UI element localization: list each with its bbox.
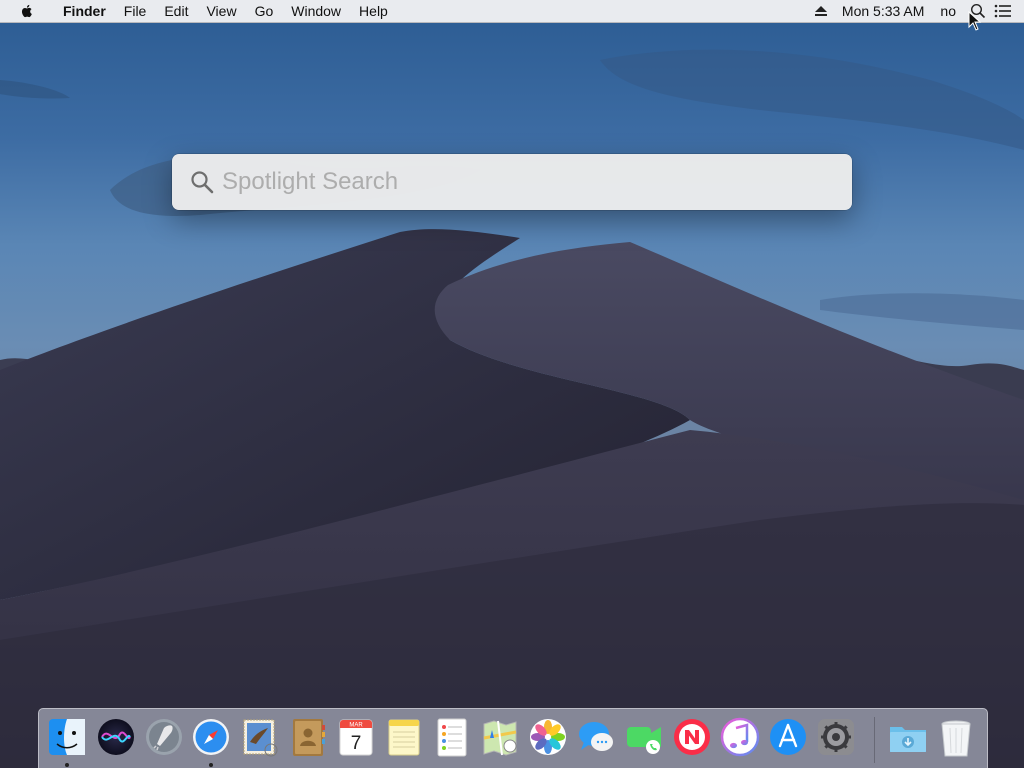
checklist-icon bbox=[437, 718, 467, 757]
magnifier-icon bbox=[191, 171, 214, 194]
dock-item-finder[interactable] bbox=[47, 716, 87, 758]
dock-item-calendar[interactable]: MAR 7 bbox=[336, 716, 376, 758]
dock-item-app-store[interactable] bbox=[768, 716, 808, 758]
menu-help[interactable]: Help bbox=[350, 0, 397, 22]
app-store-icon bbox=[770, 719, 806, 755]
dock-item-mail[interactable] bbox=[240, 716, 280, 758]
dock-item-system-preferences[interactable] bbox=[816, 716, 856, 758]
dock-item-downloads[interactable] bbox=[888, 716, 928, 758]
rocket-icon bbox=[146, 719, 182, 755]
apple-icon[interactable] bbox=[19, 3, 35, 19]
calendar-icon: MAR 7 bbox=[339, 719, 373, 756]
downloads-folder-icon bbox=[890, 727, 926, 752]
desktop: Finder File Edit View Go Window Help Mon… bbox=[0, 0, 1024, 768]
dock-item-launchpad[interactable] bbox=[144, 716, 184, 758]
menu-edit[interactable]: Edit bbox=[155, 0, 197, 22]
spotlight-search-input[interactable] bbox=[222, 162, 832, 202]
finder-icon bbox=[49, 719, 85, 755]
calendar-month: MAR bbox=[349, 723, 363, 729]
running-indicator bbox=[209, 763, 213, 767]
dock-item-trash[interactable] bbox=[936, 716, 976, 758]
dock-item-itunes[interactable] bbox=[720, 716, 760, 758]
list-icon[interactable] bbox=[994, 4, 1012, 18]
menu-app-finder[interactable]: Finder bbox=[54, 0, 115, 22]
siri-icon bbox=[98, 719, 134, 755]
dock-item-siri[interactable] bbox=[96, 716, 136, 758]
menubar-user[interactable]: no bbox=[940, 0, 956, 22]
dock-item-facetime[interactable] bbox=[624, 716, 664, 758]
dock-separator bbox=[874, 717, 875, 763]
speech-bubble-icon bbox=[579, 722, 613, 751]
menu-file[interactable]: File bbox=[115, 0, 156, 22]
map-icon bbox=[483, 720, 517, 756]
running-indicator bbox=[65, 763, 69, 767]
menu-go[interactable]: Go bbox=[246, 0, 283, 22]
dock-item-photos[interactable] bbox=[528, 716, 568, 758]
dock-item-reminders[interactable] bbox=[432, 716, 472, 758]
eject-icon[interactable] bbox=[814, 5, 828, 17]
video-camera-icon bbox=[627, 727, 661, 754]
dock-item-safari[interactable] bbox=[191, 716, 231, 758]
dock: MAR 7 bbox=[38, 708, 988, 768]
dock-item-messages[interactable] bbox=[576, 716, 616, 758]
menu-view[interactable]: View bbox=[197, 0, 245, 22]
menu-window[interactable]: Window bbox=[282, 0, 350, 22]
calendar-day: 7 bbox=[351, 733, 362, 754]
news-icon bbox=[674, 719, 710, 755]
eagle-stamp-icon bbox=[243, 719, 278, 757]
dock-item-contacts[interactable] bbox=[288, 716, 328, 758]
mojave-wallpaper bbox=[0, 0, 1024, 768]
notepad-icon bbox=[388, 719, 420, 756]
spotlight-panel bbox=[172, 154, 852, 210]
dock-item-maps[interactable] bbox=[480, 716, 520, 758]
compass-icon bbox=[193, 719, 229, 755]
menubar-clock[interactable]: Mon 5:33 AM bbox=[842, 0, 925, 22]
mouse-pointer-icon bbox=[968, 11, 982, 31]
address-book-icon bbox=[293, 719, 325, 756]
music-note-icon bbox=[720, 717, 760, 757]
menu-bar: Finder File Edit View Go Window Help Mon… bbox=[0, 0, 1024, 23]
flower-icon bbox=[530, 719, 566, 755]
dock-item-notes[interactable] bbox=[384, 716, 424, 758]
gear-icon bbox=[818, 719, 854, 755]
dock-item-news[interactable] bbox=[672, 716, 712, 758]
trash-icon bbox=[941, 720, 971, 757]
